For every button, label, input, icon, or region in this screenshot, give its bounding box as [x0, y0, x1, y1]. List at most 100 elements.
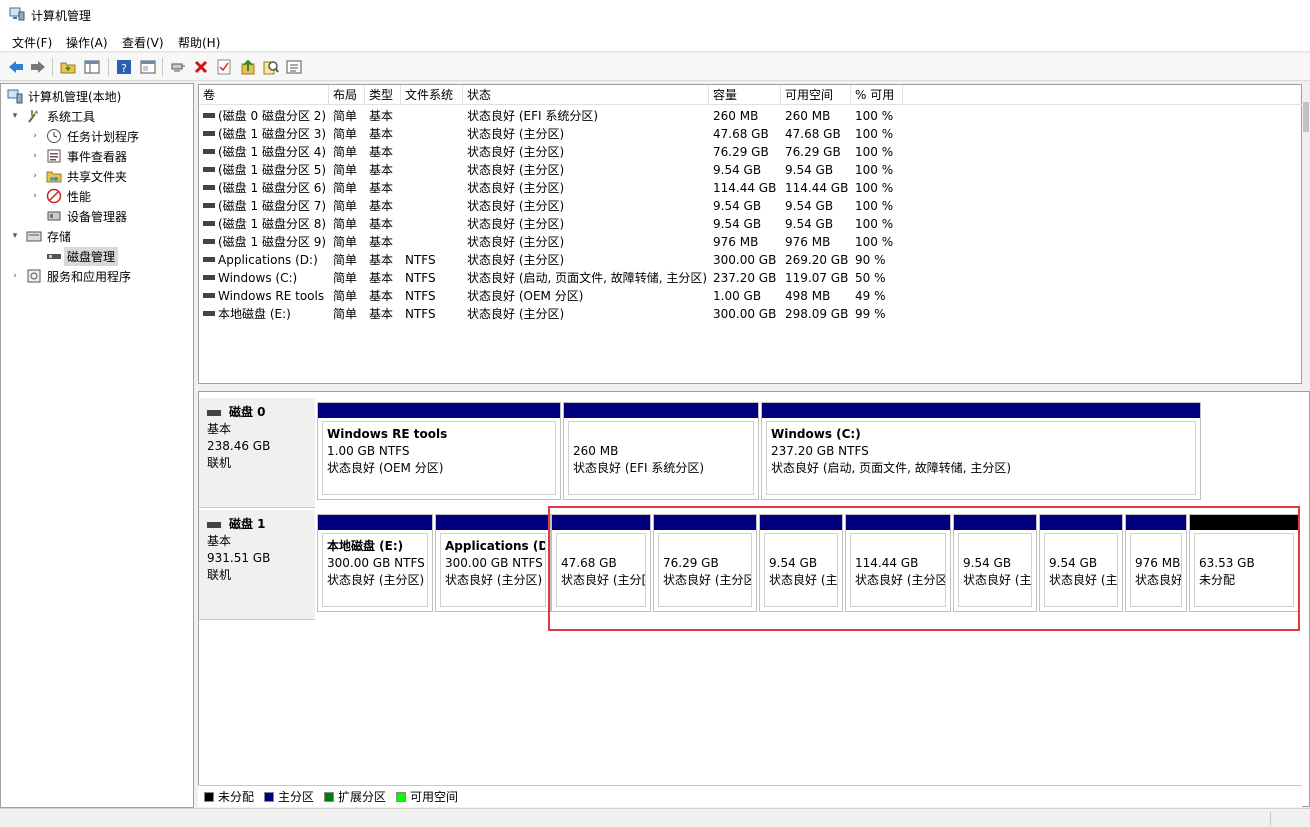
table-row[interactable]: (磁盘 0 磁盘分区 2) 简单 基本 状态良好 (EFI 系统分区) 260 MB 26…: [199, 107, 1303, 125]
table-row[interactable]: Applications (D:) 简单 基本 NTFS 状态良好 (主分区) 300.0…: [199, 251, 1303, 269]
partition-bar: [318, 403, 560, 418]
menu-action[interactable]: 操作(A): [64, 33, 110, 52]
up-arrow-icon[interactable]: [238, 57, 258, 77]
tree-item-label: 系统工具: [47, 109, 96, 124]
help-icon[interactable]: ?: [114, 57, 134, 77]
tree-item[interactable]: 计算机管理(本地): [7, 86, 121, 106]
volume-icon: [203, 257, 215, 262]
column-header[interactable]: 布局: [329, 85, 365, 105]
partition[interactable]: 47.68 GB 状态良好 (主分[: [551, 514, 651, 612]
tree-item[interactable]: › 服务和应用程序: [9, 266, 131, 286]
table-cell: NTFS: [405, 271, 436, 285]
table-row[interactable]: Windows (C:) 简单 基本 NTFS 状态良好 (启动, 页面文件, 故障转储…: [199, 269, 1303, 287]
table-row[interactable]: (磁盘 1 磁盘分区 7) 简单 基本 状态良好 (主分区) 9.54 GB 9.54 G…: [199, 197, 1303, 215]
column-header[interactable]: % 可用: [851, 85, 903, 105]
menu-help[interactable]: 帮助(H): [176, 33, 222, 52]
computer-management-icon: [9, 7, 25, 21]
table-cell: 114.44 GB: [713, 181, 777, 195]
tree-item-label: 任务计划程序: [67, 129, 140, 144]
table-cell: (磁盘 1 磁盘分区 3): [199, 125, 329, 143]
connect-icon[interactable]: [168, 57, 188, 77]
check-icon[interactable]: [214, 57, 234, 77]
column-header[interactable]: 可用空间: [781, 85, 851, 105]
column-header[interactable]: 类型: [365, 85, 401, 105]
table-cell: 99 %: [855, 307, 886, 321]
partition-bar: [846, 515, 950, 530]
table-cell: 119.07 GB: [785, 271, 849, 285]
table-row[interactable]: 本地磁盘 (E:) 简单 基本 NTFS 状态良好 (主分区) 300.00 GB 298.…: [199, 305, 1303, 323]
table-row[interactable]: (磁盘 1 磁盘分区 5) 简单 基本 状态良好 (主分区) 9.54 GB 9.54 G…: [199, 161, 1303, 179]
properties-icon[interactable]: [138, 57, 158, 77]
tree-item[interactable]: › 事件查看器: [29, 146, 127, 166]
toolbar-separator: [162, 58, 163, 76]
delete-icon[interactable]: [191, 57, 211, 77]
partition[interactable]: 260 MB 状态良好 (EFI 系统分区): [563, 402, 759, 500]
chevron-down-icon[interactable]: ▾: [9, 110, 21, 122]
scrollbar-thumb[interactable]: [1303, 102, 1309, 132]
tree-item[interactable]: ▾ 存储: [9, 226, 71, 246]
partition[interactable]: Windows (C:) 237.20 GB NTFS 状态良好 (启动, 页面文件…: [761, 402, 1201, 500]
partition[interactable]: 9.54 GB 状态良好 (主:: [759, 514, 843, 612]
partition[interactable]: 9.54 GB 状态良好 (主:: [1039, 514, 1123, 612]
partition[interactable]: 976 MB 状态良好: [1125, 514, 1187, 612]
tree-item[interactable]: › 共享文件夹: [29, 166, 127, 186]
menu-view[interactable]: 查看(V): [120, 33, 166, 52]
table-cell: 简单: [333, 235, 358, 249]
table-row[interactable]: (磁盘 1 磁盘分区 8) 简单 基本 状态良好 (主分区) 9.54 GB 9.54 G…: [199, 215, 1303, 233]
search-icon[interactable]: [261, 57, 281, 77]
partition[interactable]: 63.53 GB 未分配: [1189, 514, 1299, 612]
legend-label: 未分配: [218, 790, 255, 804]
list-icon[interactable]: [284, 57, 304, 77]
partition-name-empty: [663, 538, 747, 555]
tree-item[interactable]: › 任务计划程序: [29, 126, 139, 146]
disk-icon: [207, 409, 221, 416]
table-row[interactable]: Windows RE tools 简单 基本 NTFS 状态良好 (OEM 分区) 1.0…: [199, 287, 1303, 305]
column-header[interactable]: 容量: [709, 85, 781, 105]
chevron-right-icon[interactable]: ›: [29, 130, 41, 142]
table-row[interactable]: (磁盘 1 磁盘分区 3) 简单 基本 状态良好 (主分区) 47.68 GB 47.68…: [199, 125, 1303, 143]
menu-file[interactable]: 文件(F): [10, 33, 54, 52]
column-header[interactable]: 状态: [463, 85, 709, 105]
tree-item[interactable]: 磁盘管理: [29, 246, 119, 266]
show-hide-tree-icon[interactable]: [82, 57, 102, 77]
partition-status: 状态良好 (主:: [963, 573, 1032, 587]
chevron-down-icon[interactable]: ▾: [9, 230, 21, 242]
table-cell: (磁盘 1 磁盘分区 9): [199, 233, 329, 251]
tree-item[interactable]: 设备管理器: [29, 206, 127, 226]
partition[interactable]: 114.44 GB 状态良好 (主分区: [845, 514, 951, 612]
partition[interactable]: Applications (D:) 300.00 GB NTFS 状态良好 (主分区…: [435, 514, 551, 612]
partition-name-empty: [1135, 538, 1177, 555]
table-cell: (磁盘 1 磁盘分区 5): [199, 161, 329, 179]
table-cell: 298.09 GB: [785, 307, 849, 321]
vertical-scrollbar[interactable]: [1302, 84, 1310, 384]
tree-item[interactable]: ▾ 系统工具: [9, 106, 95, 126]
partition-name-empty: [1199, 538, 1289, 555]
column-header[interactable]: 卷: [199, 85, 329, 105]
table-cell: 基本: [369, 127, 394, 141]
partition[interactable]: Windows RE tools 1.00 GB NTFS 状态良好 (OEM 分区…: [317, 402, 561, 500]
partition-status: 状态良好 (主分区): [327, 573, 425, 587]
table-cell: 100 %: [855, 235, 894, 249]
partition[interactable]: 本地磁盘 (E:) 300.00 GB NTFS 状态良好 (主分区): [317, 514, 433, 612]
tree-item[interactable]: › 性能: [29, 186, 91, 206]
partition[interactable]: 76.29 GB 状态良好 (主分区: [653, 514, 757, 612]
partition-name-empty: [1049, 538, 1113, 555]
window-title: 计算机管理: [31, 9, 92, 23]
chevron-right-icon[interactable]: ›: [29, 190, 41, 202]
table-row[interactable]: (磁盘 1 磁盘分区 9) 简单 基本 状态良好 (主分区) 976 MB 976 MB 1…: [199, 233, 1303, 251]
back-icon[interactable]: [6, 57, 26, 77]
chevron-right-icon[interactable]: ›: [9, 270, 21, 282]
forward-icon[interactable]: [28, 57, 48, 77]
table-cell: 状态良好 (主分区): [467, 127, 565, 141]
table-row[interactable]: (磁盘 1 磁盘分区 6) 简单 基本 状态良好 (主分区) 114.44 GB 114.…: [199, 179, 1303, 197]
volume-list-header: 卷布局 类型 文件系统 状态 容量 可用空间% 可用: [199, 85, 1303, 105]
table-row[interactable]: (磁盘 1 磁盘分区 4) 简单 基本 状态良好 (主分区) 76.29 GB 76.29…: [199, 143, 1303, 161]
chevron-right-icon[interactable]: ›: [29, 150, 41, 162]
up-folder-icon[interactable]: [58, 57, 78, 77]
horizontal-splitter[interactable]: [198, 384, 1310, 391]
partition[interactable]: 9.54 GB 状态良好 (主:: [953, 514, 1037, 612]
table-cell: 100 %: [855, 181, 894, 195]
column-header[interactable]: 文件系统: [401, 85, 463, 105]
chevron-right-icon[interactable]: ›: [29, 170, 41, 182]
volume-icon: [203, 113, 215, 118]
